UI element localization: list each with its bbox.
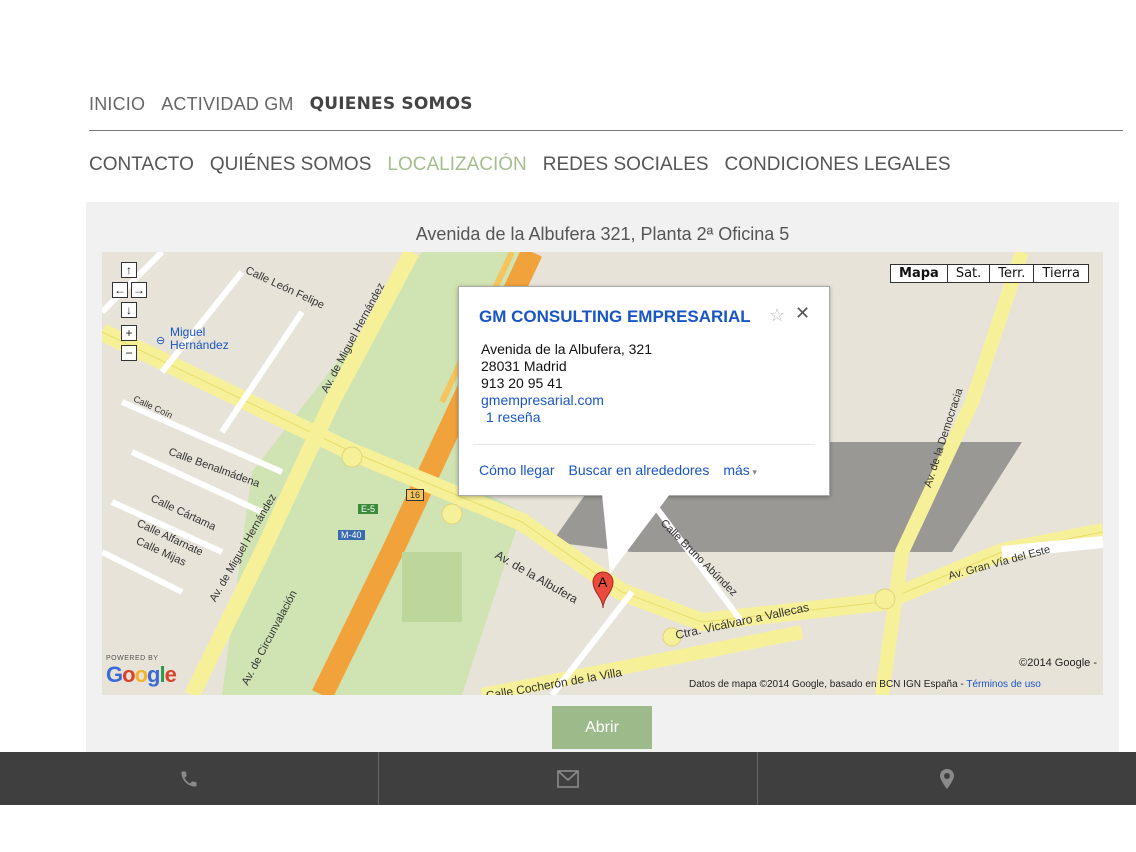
- map-type-mapa[interactable]: Mapa: [891, 265, 947, 282]
- zoom-out-button[interactable]: −: [121, 345, 137, 361]
- subnav-quienes[interactable]: QUIÉNES SOMOS: [210, 154, 372, 176]
- website-link[interactable]: gmempresarial.com: [481, 392, 652, 409]
- marker-label: A: [598, 574, 608, 590]
- search-nearby-link[interactable]: Buscar en alrededores: [568, 462, 709, 478]
- google-wordmark: Google: [106, 662, 177, 687]
- pan-down-button[interactable]: ↓: [121, 302, 137, 318]
- nav-quienes-somos[interactable]: QUIENES SOMOS: [310, 94, 473, 115]
- location-button[interactable]: [758, 752, 1136, 805]
- more-link[interactable]: más ▾: [723, 462, 756, 478]
- footer-bar: [0, 752, 1136, 805]
- sub-nav: CONTACTO QUIÉNES SOMOS LOCALIZACIÓN REDE…: [89, 154, 951, 176]
- zoom-in-button[interactable]: +: [121, 325, 137, 341]
- reviews-link[interactable]: 1 reseña: [481, 409, 652, 426]
- popup-actions: Cómo llegar Buscar en alrededores más ▾: [479, 462, 757, 478]
- place-name-link[interactable]: GM CONSULTING EMPRESARIAL: [479, 307, 751, 327]
- subnav-redes[interactable]: REDES SOCIALES: [543, 154, 709, 176]
- nav-inicio[interactable]: INICIO: [89, 94, 145, 115]
- map-type-tierra[interactable]: Tierra: [1033, 265, 1088, 282]
- pan-right-button[interactable]: →: [131, 282, 147, 298]
- pan-up-button[interactable]: ↑: [121, 262, 137, 278]
- google-map[interactable]: ↑ ← → ↓ + − Mapa Sat. Terr. Tierra ⊖ Mig…: [102, 252, 1103, 695]
- map-type-switcher: Mapa Sat. Terr. Tierra: [890, 264, 1089, 283]
- terms-link[interactable]: Términos de uso: [966, 679, 1040, 690]
- close-icon[interactable]: ✕: [795, 303, 810, 324]
- map-type-terr[interactable]: Terr.: [989, 265, 1033, 282]
- map-copyright: ©2014 Google -: [1019, 657, 1097, 669]
- google-logo[interactable]: POWERED BY Google: [106, 655, 177, 688]
- open-button[interactable]: Abrir: [552, 706, 652, 749]
- metro-icon: ⊖: [156, 335, 166, 347]
- more-label: más: [723, 462, 750, 478]
- map-attribution: Datos de mapa ©2014 Google, basado en BC…: [689, 679, 1041, 690]
- phone-button[interactable]: [0, 752, 379, 805]
- pan-left-button[interactable]: ←: [112, 282, 128, 298]
- subnav-contacto[interactable]: CONTACTO: [89, 154, 194, 176]
- powered-by-label: POWERED BY: [106, 655, 159, 662]
- directions-link[interactable]: Cómo llegar: [479, 462, 554, 478]
- envelope-icon: [557, 769, 579, 788]
- nav-actividad[interactable]: ACTIVIDAD GM: [161, 94, 293, 115]
- email-button[interactable]: [379, 752, 758, 805]
- chevron-down-icon: ▾: [749, 467, 757, 477]
- map-label-e5: E-5: [358, 504, 379, 514]
- map-label-m40: M-40: [338, 530, 365, 540]
- address-line2: 28031 Madrid: [481, 358, 567, 374]
- place-details: Avenida de la Albufera, 321 28031 Madrid…: [481, 341, 652, 426]
- phone-icon: [181, 771, 197, 786]
- subnav-localizacion[interactable]: LOCALIZACIÓN: [387, 154, 526, 176]
- map-pin-icon: [940, 768, 954, 789]
- subnav-condiciones[interactable]: CONDICIONES LEGALES: [725, 154, 951, 176]
- popup-tail: [602, 494, 670, 574]
- map-label-metro: Miguel Hernández: [170, 325, 229, 352]
- star-icon[interactable]: ☆: [769, 305, 785, 326]
- info-popup: GM CONSULTING EMPRESARIAL ☆ ✕ Avenida de…: [458, 286, 830, 496]
- address-line1: Avenida de la Albufera, 321: [481, 341, 652, 357]
- popup-divider: [473, 444, 815, 445]
- map-type-sat[interactable]: Sat.: [946, 265, 989, 282]
- divider: [89, 130, 1123, 131]
- phone-number: 913 20 95 41: [481, 375, 563, 391]
- top-nav: INICIO ACTIVIDAD GM QUIENES SOMOS: [89, 94, 473, 115]
- attribution-text: Datos de mapa ©2014 Google, basado en BC…: [689, 679, 964, 690]
- map-label-16: 16: [406, 489, 425, 501]
- address-heading: Avenida de la Albufera 321, Planta 2ª Of…: [415, 224, 790, 244]
